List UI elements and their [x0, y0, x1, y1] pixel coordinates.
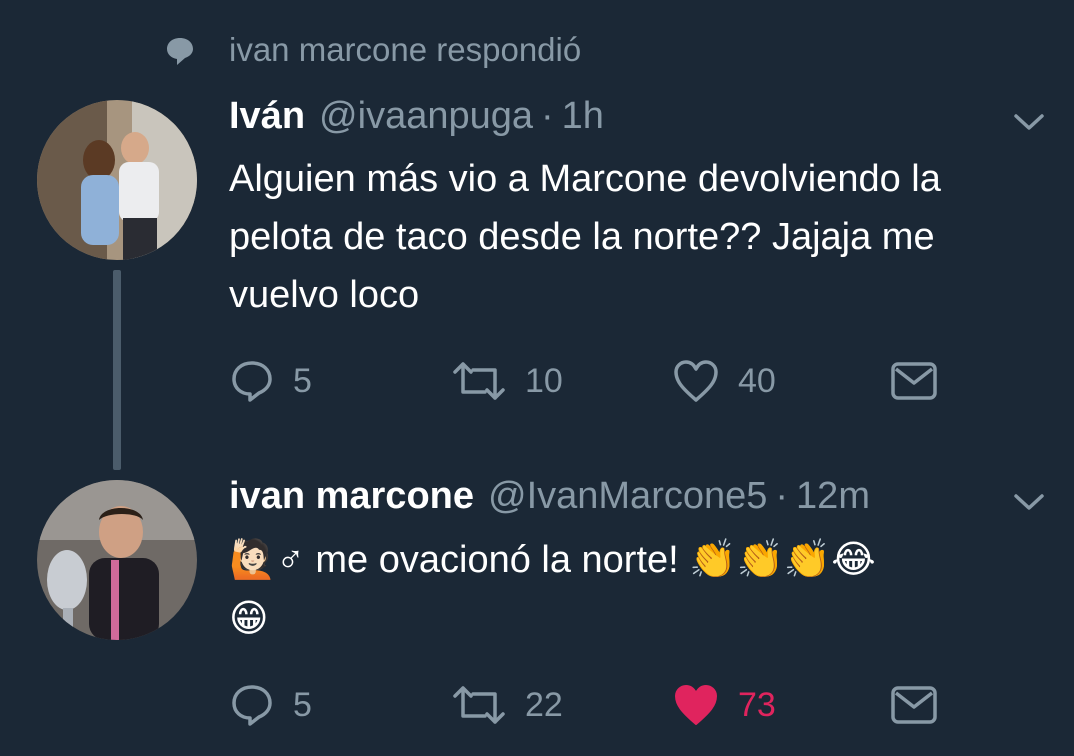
- avatar[interactable]: [37, 480, 197, 640]
- retweet-icon: [453, 362, 505, 400]
- retweet-count: 22: [525, 685, 563, 724]
- tweet-actions: 5 22 73: [229, 680, 949, 730]
- reply-button[interactable]: 5: [229, 356, 312, 406]
- envelope-icon: [891, 686, 937, 724]
- like-button[interactable]: 40: [672, 356, 776, 406]
- retweet-icon: [453, 686, 505, 724]
- chevron-down-icon[interactable]: [1012, 110, 1046, 134]
- avatar[interactable]: [37, 100, 197, 260]
- reply-icon: [232, 685, 272, 726]
- like-button[interactable]: 73: [672, 680, 776, 730]
- like-count: 40: [738, 361, 776, 400]
- timestamp[interactable]: 12m: [796, 475, 870, 518]
- reply-context[interactable]: ivan marcone respondió: [163, 30, 581, 70]
- timestamp[interactable]: 1h: [562, 95, 604, 138]
- tweet-text: 🙋🏻♂ me ovacionó la norte! 👏👏👏😂 😁: [229, 530, 1039, 648]
- retweet-button[interactable]: 22: [451, 680, 563, 730]
- grinning-emoji: 😁: [229, 596, 269, 640]
- speech-bubble-icon: [167, 38, 193, 65]
- retweet-button[interactable]: 10: [451, 356, 563, 406]
- reply-button[interactable]: 5: [229, 680, 312, 730]
- tweet-header: ivan marcone @IvanMarcone5 · 12m: [229, 475, 870, 518]
- separator-dot: ·: [541, 95, 554, 137]
- reply-count: 5: [293, 361, 312, 400]
- like-count: 73: [738, 685, 776, 724]
- tweet-text-main: ♂ me ovacionó la norte!: [276, 539, 690, 581]
- thread-connector: [113, 270, 121, 470]
- reply-icon: [232, 361, 272, 402]
- tweet-text: Alguien más vio a Marcone devolviendo la…: [229, 158, 941, 316]
- reply-count: 5: [293, 685, 312, 724]
- reply-context-text: ivan marcone respondió: [229, 31, 582, 68]
- display-name[interactable]: Iván: [229, 95, 305, 138]
- tweet-header: Iván @ivaanpuga · 1h: [229, 95, 604, 138]
- clapping-laughing-emojis: 👏👏👏😂: [689, 537, 876, 581]
- heart-filled-icon: [675, 685, 717, 725]
- envelope-icon: [891, 362, 937, 400]
- separator-dot: ·: [775, 475, 789, 517]
- heart-icon: [674, 360, 718, 402]
- chevron-down-icon[interactable]: [1012, 490, 1046, 514]
- direct-message-button[interactable]: [890, 356, 938, 406]
- user-handle[interactable]: @ivaanpuga: [319, 95, 533, 138]
- raising-hand-emoji: 🙋🏻: [229, 537, 277, 581]
- display-name[interactable]: ivan marcone: [229, 475, 474, 518]
- user-handle[interactable]: @IvanMarcone5: [488, 475, 767, 518]
- direct-message-button[interactable]: [890, 680, 938, 730]
- retweet-count: 10: [525, 361, 563, 400]
- tweet-actions: 5 10 40: [229, 356, 949, 406]
